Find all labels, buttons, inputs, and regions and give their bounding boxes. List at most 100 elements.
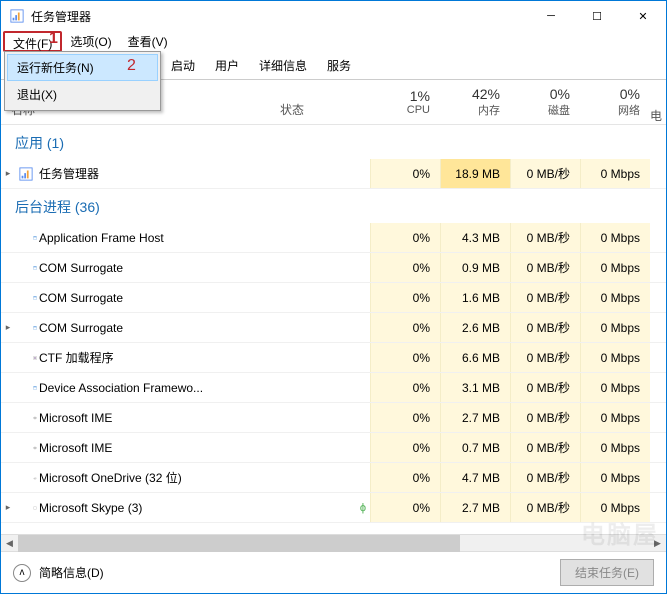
process-icon xyxy=(15,167,37,181)
chevron-up-icon[interactable]: ʌ xyxy=(13,564,31,582)
header-network[interactable]: 0% 网络 xyxy=(580,80,650,124)
menu-exit[interactable]: 退出(X) xyxy=(7,81,158,108)
memory-cell: 2.7 MB xyxy=(440,493,510,522)
process-name: Microsoft Skype (3) xyxy=(37,501,356,515)
process-icon: 中 xyxy=(15,411,37,425)
header-disk[interactable]: 0% 磁盘 xyxy=(510,80,580,124)
network-cell: 0 Mbps xyxy=(580,313,650,342)
expand-icon[interactable]: ▸ xyxy=(1,322,15,333)
scroll-left-icon[interactable]: ◀ xyxy=(1,538,18,549)
group-background: 后台进程 (36) xyxy=(1,189,666,223)
group-apps: 应用 (1) xyxy=(1,125,666,159)
process-icon xyxy=(15,471,37,485)
process-name: Microsoft IME xyxy=(37,441,356,455)
process-icon xyxy=(15,321,37,335)
leaf-icon: ϕ xyxy=(356,502,370,514)
process-icon xyxy=(15,381,37,395)
disk-cell: 0 MB/秒 xyxy=(510,433,580,462)
process-row[interactable]: COM Surrogate0%1.6 MB0 MB/秒0 Mbps xyxy=(1,283,666,313)
annotation-1: 1 xyxy=(49,30,58,48)
cpu-cell: 0% xyxy=(370,283,440,312)
annotation-2: 2 xyxy=(127,57,136,75)
scroll-thumb[interactable] xyxy=(18,535,460,552)
process-icon xyxy=(15,501,37,515)
taskmgr-icon xyxy=(9,8,25,24)
menu-view[interactable]: 查看(V) xyxy=(120,31,176,52)
disk-cell: 0 MB/秒 xyxy=(510,343,580,372)
process-row[interactable]: Application Frame Host0%4.3 MB0 MB/秒0 Mb… xyxy=(1,223,666,253)
disk-cell: 0 MB/秒 xyxy=(510,283,580,312)
memory-cell: 2.6 MB xyxy=(440,313,510,342)
memory-cell: 2.7 MB xyxy=(440,403,510,432)
header-status[interactable]: 状态 xyxy=(280,80,370,124)
file-dropdown: 运行新任务(N) 退出(X) xyxy=(4,51,161,111)
process-row[interactable]: ▸COM Surrogate0%2.6 MB0 MB/秒0 Mbps xyxy=(1,313,666,343)
footer: ʌ 简略信息(D) 结束任务(E) xyxy=(1,551,666,593)
process-name: Application Frame Host xyxy=(37,231,356,245)
cpu-cell: 0% xyxy=(370,223,440,252)
process-icon xyxy=(15,291,37,305)
tab-details[interactable]: 详细信息 xyxy=(249,52,317,79)
process-row[interactable]: Device Association Framewo...0%3.1 MB0 M… xyxy=(1,373,666,403)
disk-cell: 0 MB/秒 xyxy=(510,373,580,402)
process-row[interactable]: Microsoft OneDrive (32 位)0%4.7 MB0 MB/秒0… xyxy=(1,463,666,493)
expand-icon[interactable]: ▸ xyxy=(1,502,15,513)
network-cell: 0 Mbps xyxy=(580,283,650,312)
network-cell: 0 Mbps xyxy=(580,223,650,252)
disk-cell: 0 MB/秒 xyxy=(510,253,580,282)
cpu-cell: 0% xyxy=(370,433,440,462)
process-name: Microsoft IME xyxy=(37,411,356,425)
cpu-cell: 0% xyxy=(370,403,440,432)
process-row[interactable]: ▸ Microsoft Skype (3)ϕ0%2.7 MB0 MB/秒0 Mbp… xyxy=(1,493,666,523)
horizontal-scrollbar[interactable]: ◀ ▶ xyxy=(1,534,666,551)
minimize-button[interactable]: ─ xyxy=(528,1,574,31)
cpu-cell: 0% xyxy=(370,463,440,492)
process-name: Device Association Framewo... xyxy=(37,381,356,395)
cpu-cell: 0% xyxy=(370,313,440,342)
titlebar[interactable]: 任务管理器 ─ ☐ ✕ xyxy=(1,1,666,31)
network-cell: 0 Mbps xyxy=(580,253,650,282)
process-name: Microsoft OneDrive (32 位) xyxy=(37,469,356,486)
network-cell: 0 Mbps xyxy=(580,373,650,402)
tab-users[interactable]: 用户 xyxy=(205,52,249,79)
cpu-cell: 0% xyxy=(370,343,440,372)
process-name: CTF 加载程序 xyxy=(37,349,356,366)
memory-cell: 18.9 MB xyxy=(440,159,510,188)
network-cell: 0 Mbps xyxy=(580,493,650,522)
process-row[interactable]: ▸任务管理器0%18.9 MB0 MB/秒0 Mbps xyxy=(1,159,666,189)
process-row[interactable]: 中Microsoft IME0%2.7 MB0 MB/秒0 Mbps xyxy=(1,403,666,433)
process-row[interactable]: CTF 加载程序0%6.6 MB0 MB/秒0 Mbps xyxy=(1,343,666,373)
expand-icon[interactable]: ▸ xyxy=(1,168,15,179)
disk-cell: 0 MB/秒 xyxy=(510,403,580,432)
process-name: 任务管理器 xyxy=(37,165,356,182)
process-name: COM Surrogate xyxy=(37,321,356,335)
disk-cell: 0 MB/秒 xyxy=(510,463,580,492)
scroll-right-icon[interactable]: ▶ xyxy=(649,538,666,549)
header-extra[interactable]: 电 xyxy=(650,80,666,124)
network-cell: 0 Mbps xyxy=(580,343,650,372)
memory-cell: 3.1 MB xyxy=(440,373,510,402)
process-icon: 中 xyxy=(15,441,37,455)
maximize-button[interactable]: ☐ xyxy=(574,1,620,31)
process-list[interactable]: 应用 (1)▸任务管理器0%18.9 MB0 MB/秒0 Mbps后台进程 (3… xyxy=(1,125,666,534)
end-task-button[interactable]: 结束任务(E) xyxy=(560,559,654,586)
disk-cell: 0 MB/秒 xyxy=(510,493,580,522)
cpu-cell: 0% xyxy=(370,253,440,282)
tab-services[interactable]: 服务 xyxy=(317,52,361,79)
process-row[interactable]: COM Surrogate0%0.9 MB0 MB/秒0 Mbps xyxy=(1,253,666,283)
header-cpu[interactable]: 1% CPU xyxy=(370,80,440,124)
fewer-details-link[interactable]: 简略信息(D) xyxy=(39,564,104,581)
cpu-cell: 0% xyxy=(370,493,440,522)
menu-options[interactable]: 选项(O) xyxy=(62,31,119,52)
tab-startup[interactable]: 启动 xyxy=(161,52,205,79)
memory-cell: 0.7 MB xyxy=(440,433,510,462)
disk-cell: 0 MB/秒 xyxy=(510,159,580,188)
process-icon xyxy=(15,231,37,245)
process-icon xyxy=(15,261,37,275)
close-button[interactable]: ✕ xyxy=(620,1,666,31)
network-cell: 0 Mbps xyxy=(580,433,650,462)
process-row[interactable]: 中Microsoft IME 0%0.7 MB0 MB/秒0 Mbps xyxy=(1,433,666,463)
cpu-cell: 0% xyxy=(370,373,440,402)
header-memory[interactable]: 42% 内存 xyxy=(440,80,510,124)
network-cell: 0 Mbps xyxy=(580,159,650,188)
